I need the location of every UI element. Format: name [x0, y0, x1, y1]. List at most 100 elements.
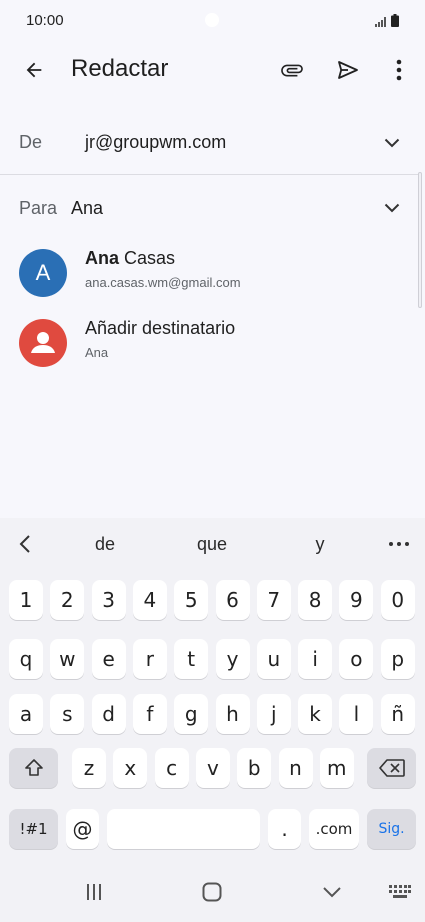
key-k[interactable]: k [298, 694, 333, 734]
send-button[interactable] [328, 50, 368, 90]
app-bar: Redactar [0, 40, 425, 100]
chevron-down-icon [323, 887, 341, 898]
symbols-key[interactable]: !#1 [9, 809, 58, 849]
person-icon [31, 332, 55, 353]
key-d[interactable]: d [91, 694, 126, 734]
home-icon [202, 882, 222, 902]
contact-name: Ana Casas [85, 248, 175, 269]
to-expand-button[interactable] [377, 193, 407, 223]
keyboard-icon [389, 885, 411, 898]
scrollbar[interactable] [418, 172, 422, 308]
hide-keyboard-button[interactable] [312, 876, 352, 908]
key-s[interactable]: s [50, 694, 85, 734]
key-h[interactable]: h [215, 694, 250, 734]
key-l[interactable]: l [339, 694, 374, 734]
more-vert-icon [396, 59, 402, 81]
key-f[interactable]: f [132, 694, 167, 734]
key-e[interactable]: e [91, 639, 126, 679]
dotcom-key[interactable]: .com [309, 809, 359, 849]
more-options-button[interactable] [379, 50, 419, 90]
key-x[interactable]: x [113, 748, 148, 788]
chevron-down-icon [384, 138, 400, 148]
arrow-back-icon [26, 62, 42, 78]
to-input[interactable]: Ana [71, 198, 103, 219]
contact-suggestion[interactable]: A Ana Casas ana.casas.wm@gmail.com [0, 238, 418, 308]
key-p[interactable]: p [380, 639, 415, 679]
key-y[interactable]: y [215, 639, 250, 679]
key-a[interactable]: a [9, 694, 43, 734]
key-u[interactable]: u [256, 639, 291, 679]
attachment-icon [281, 64, 303, 77]
back-button[interactable] [14, 50, 54, 90]
avatar: A [19, 249, 67, 297]
key-n[interactable]: n [278, 748, 313, 788]
next-key[interactable]: Sig. [367, 809, 416, 849]
keyboard-switch-button[interactable] [384, 878, 416, 906]
key-9[interactable]: 9 [339, 580, 374, 620]
key-v[interactable]: v [195, 748, 230, 788]
from-row[interactable]: De jr@groupwm.com [0, 122, 425, 162]
keyboard-more-button[interactable] [384, 532, 414, 556]
key-2[interactable]: 2 [50, 580, 85, 620]
send-icon [338, 61, 358, 79]
person-avatar [19, 319, 67, 367]
to-label: Para [19, 198, 58, 218]
signal-icon [375, 16, 386, 27]
recents-icon [87, 884, 101, 900]
key-8[interactable]: 8 [298, 580, 333, 620]
key-o[interactable]: o [339, 639, 374, 679]
status-icons [375, 13, 399, 27]
key-g[interactable]: g [174, 694, 209, 734]
word-suggestion[interactable]: y [280, 534, 360, 555]
key-b[interactable]: b [237, 748, 272, 788]
backspace-key[interactable] [367, 748, 416, 788]
chevron-down-icon [384, 203, 400, 213]
to-row[interactable]: Para Ana [0, 188, 425, 228]
chevron-left-icon [19, 535, 30, 553]
key-m[interactable]: m [319, 748, 354, 788]
status-time: 10:00 [26, 11, 64, 29]
key-w[interactable]: w [50, 639, 85, 679]
key-4[interactable]: 4 [132, 580, 167, 620]
key-1[interactable]: 1 [9, 580, 43, 620]
key-5[interactable]: 5 [174, 580, 209, 620]
shift-icon [24, 759, 43, 776]
contact-email: ana.casas.wm@gmail.com [85, 275, 241, 290]
from-expand-button[interactable] [377, 128, 407, 158]
navigation-bar [0, 862, 425, 922]
key-ñ[interactable]: ñ [380, 694, 415, 734]
page-title: Redactar [71, 55, 169, 82]
contact-name-match: Ana [85, 248, 120, 268]
add-recipient-sub: Ana [85, 345, 109, 360]
at-key[interactable]: @ [66, 809, 99, 849]
contact-name-rest: Casas [119, 248, 176, 268]
period-key[interactable]: . [268, 809, 301, 849]
key-q[interactable]: q [9, 639, 43, 679]
key-t[interactable]: t [174, 639, 209, 679]
key-c[interactable]: c [154, 748, 189, 788]
camera-cutout [205, 13, 219, 27]
key-i[interactable]: i [298, 639, 333, 679]
shift-key[interactable] [9, 748, 58, 788]
attach-button[interactable] [272, 50, 312, 90]
battery-icon [391, 13, 399, 27]
add-recipient-suggestion[interactable]: Añadir destinatario Ana [0, 308, 418, 378]
home-button[interactable] [192, 876, 232, 908]
key-j[interactable]: j [256, 694, 291, 734]
space-key[interactable] [107, 809, 260, 849]
from-label: De [19, 132, 43, 152]
word-suggestion[interactable]: que [172, 534, 252, 555]
key-3[interactable]: 3 [91, 580, 126, 620]
key-7[interactable]: 7 [256, 580, 291, 620]
word-suggestion[interactable]: de [65, 534, 145, 555]
key-z[interactable]: z [72, 748, 106, 788]
backspace-icon [378, 759, 405, 777]
recent-apps-button[interactable] [74, 876, 114, 908]
toolbar-back-button[interactable] [12, 530, 38, 558]
divider [0, 174, 418, 175]
add-recipient-label: Añadir destinatario [85, 318, 236, 338]
key-r[interactable]: r [132, 639, 167, 679]
key-6[interactable]: 6 [215, 580, 250, 620]
key-0[interactable]: 0 [380, 580, 415, 620]
from-value: jr@groupwm.com [85, 132, 227, 152]
